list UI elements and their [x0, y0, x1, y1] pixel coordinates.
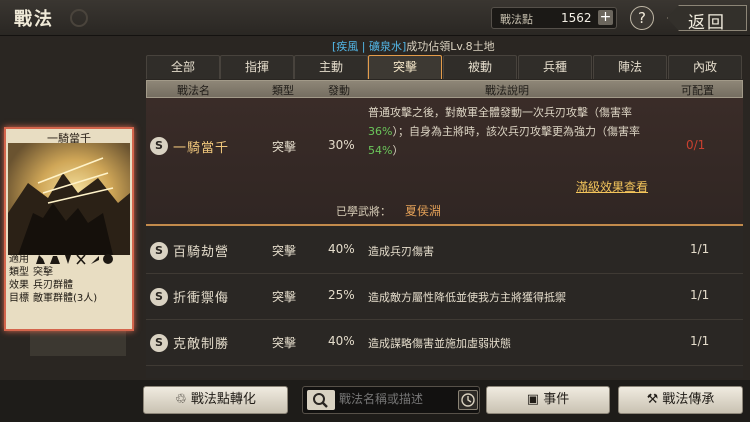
tactic-config: 0/1: [686, 138, 706, 152]
damage-rate-2: 54%: [368, 144, 393, 157]
tactic-description: 造成敵方屬性降低並使我方主將獲得抵禦: [368, 291, 566, 304]
learned-general[interactable]: 夏侯淵: [405, 202, 441, 219]
occupation-notice: [疾風 | 礦泉水]成功佔領Lv.8土地: [332, 38, 495, 54]
column-description: 戰法說明: [485, 84, 529, 97]
bottom-bar: ♲ 戰法點轉化 ▣ 事件 ⚒ 戰法傳承: [0, 380, 750, 422]
tab-troop-type[interactable]: 兵種: [518, 55, 592, 79]
tag-separator: |: [358, 40, 369, 53]
tactic-config: 1/1: [690, 334, 710, 348]
tactic-points-display: 戰法點 1562 +: [491, 7, 617, 29]
event-log-icon: ▣: [526, 392, 544, 407]
table-row[interactable]: S 折衝禦侮 突擊 25% 造成敵方屬性降低並使我方主將獲得抵禦 1/1: [146, 274, 743, 320]
category-tabs: 全部 指揮 主動 突擊 被動 兵種 陣法 內政: [146, 55, 743, 79]
tab-active[interactable]: 主動: [294, 55, 368, 79]
card-target-label: 目標: [9, 293, 29, 304]
card-illustration: [8, 143, 130, 255]
tactic-config: 1/1: [690, 242, 710, 256]
grade-badge: S: [150, 242, 168, 260]
card-shadow: [30, 330, 126, 356]
convert-points-button[interactable]: ♲ 戰法點轉化: [143, 386, 288, 414]
damage-rate-1: 36%: [368, 125, 393, 138]
card-target-row: 目標 敵軍群體(3人): [9, 289, 97, 304]
clock-icon[interactable]: [458, 390, 478, 410]
notice-text: 成功佔領Lv.8土地: [406, 40, 495, 53]
desc-part-a: 普通攻擊之後，對敵軍全體發動一次兵刃攻擊（傷害率: [368, 106, 632, 119]
tactic-rate: 30%: [328, 138, 355, 152]
tab-formation[interactable]: 陣法: [593, 55, 667, 79]
tactic-name: 克敵制勝: [173, 337, 230, 352]
tactic-description: 普通攻擊之後，對敵軍全體發動一次兵刃攻擊（傷害率 36%）；自身為主將時，該次兵刃…: [368, 103, 660, 160]
decorative-ring-icon: [70, 9, 88, 27]
search-icon[interactable]: [307, 390, 335, 410]
tab-internal-affairs[interactable]: 內政: [668, 55, 742, 79]
tactic-rate: 40%: [328, 242, 355, 256]
tactic-config: 1/1: [690, 288, 710, 302]
column-name: 戰法名: [177, 84, 210, 97]
tactic-card: 一騎當千 適用 類型 突擊 效果 兵刃群體 目標 敵軍群體(3人): [4, 127, 134, 331]
events-button[interactable]: ▣ 事件: [486, 386, 610, 414]
column-type: 類型: [272, 84, 294, 97]
events-label: 事件: [543, 392, 570, 407]
add-points-button[interactable]: +: [598, 10, 613, 25]
grade-badge: S: [150, 137, 168, 155]
page-title: 戰法: [14, 9, 54, 30]
tactic-type: 突擊: [272, 244, 297, 258]
column-rate: 發動: [328, 84, 350, 97]
tactic-list[interactable]: S 一騎當千 突擊 30% 普通攻擊之後，對敵軍全體發動一次兵刃攻擊（傷害率 36…: [146, 98, 743, 378]
grade-badge: S: [150, 334, 168, 352]
back-button[interactable]: 返回: [667, 5, 747, 31]
tab-assault[interactable]: 突擊: [368, 55, 442, 79]
hammer-icon: ⚒: [646, 392, 663, 407]
full-effect-link[interactable]: 滿級效果查看: [576, 178, 648, 195]
search-input[interactable]: [339, 392, 449, 406]
tactic-inherit-button[interactable]: ⚒ 戰法傳承: [618, 386, 743, 414]
table-row[interactable]: S 克敵制勝 突擊 40% 造成謀略傷害並施加虛弱狀態 1/1: [146, 320, 743, 366]
tactic-name: 百騎劫營: [173, 245, 230, 260]
back-button-label: 返回: [688, 13, 726, 33]
recycle-icon: ♲: [175, 392, 191, 407]
learned-label: 已學武將：: [336, 205, 391, 218]
player-name: 礦泉水: [369, 40, 402, 53]
tactic-inherit-label: 戰法傳承: [662, 392, 715, 407]
tab-passive[interactable]: 被動: [443, 55, 517, 79]
table-row[interactable]: S 百騎劫營 突擊 40% 造成兵刃傷害 1/1: [146, 228, 743, 274]
convert-points-label: 戰法點轉化: [190, 392, 256, 407]
tactic-points-value: 1562: [561, 11, 592, 25]
search-box[interactable]: [302, 386, 480, 414]
tactic-type: 突擊: [272, 336, 297, 350]
help-button[interactable]: ?: [630, 6, 654, 30]
top-bar: 戰法 戰法點 1562 + ? 返回: [0, 0, 750, 36]
tactic-name: 折衝禦侮: [173, 291, 230, 306]
tactic-type: 突擊: [272, 290, 297, 304]
desc-part-c: ）: [392, 144, 404, 157]
tab-all[interactable]: 全部: [146, 55, 220, 79]
column-config: 可配置: [681, 84, 714, 97]
tactic-description: 造成謀略傷害並施加虛弱狀態: [368, 337, 511, 350]
tactic-type: 突擊: [272, 140, 297, 154]
alliance-tag: 疾風: [336, 40, 359, 53]
desc-part-b: ）；自身為主將時，該次兵刃攻擊更為強力（傷害率: [392, 125, 640, 138]
tab-command[interactable]: 指揮: [220, 55, 294, 79]
tactic-name: 一騎當千: [173, 141, 230, 156]
tactic-rate: 25%: [328, 288, 355, 302]
card-target-value: 敵軍群體(3人): [33, 293, 98, 304]
grade-badge: S: [150, 288, 168, 306]
tactic-rate: 40%: [328, 334, 355, 348]
tactic-description: 造成兵刃傷害: [368, 245, 434, 258]
table-row-selected[interactable]: S 一騎當千 突擊 30% 普通攻擊之後，對敵軍全體發動一次兵刃攻擊（傷害率 36…: [146, 98, 743, 226]
table-header: 戰法名 類型 發動 戰法說明 可配置: [146, 80, 743, 98]
tactic-points-label: 戰法點: [500, 13, 533, 26]
